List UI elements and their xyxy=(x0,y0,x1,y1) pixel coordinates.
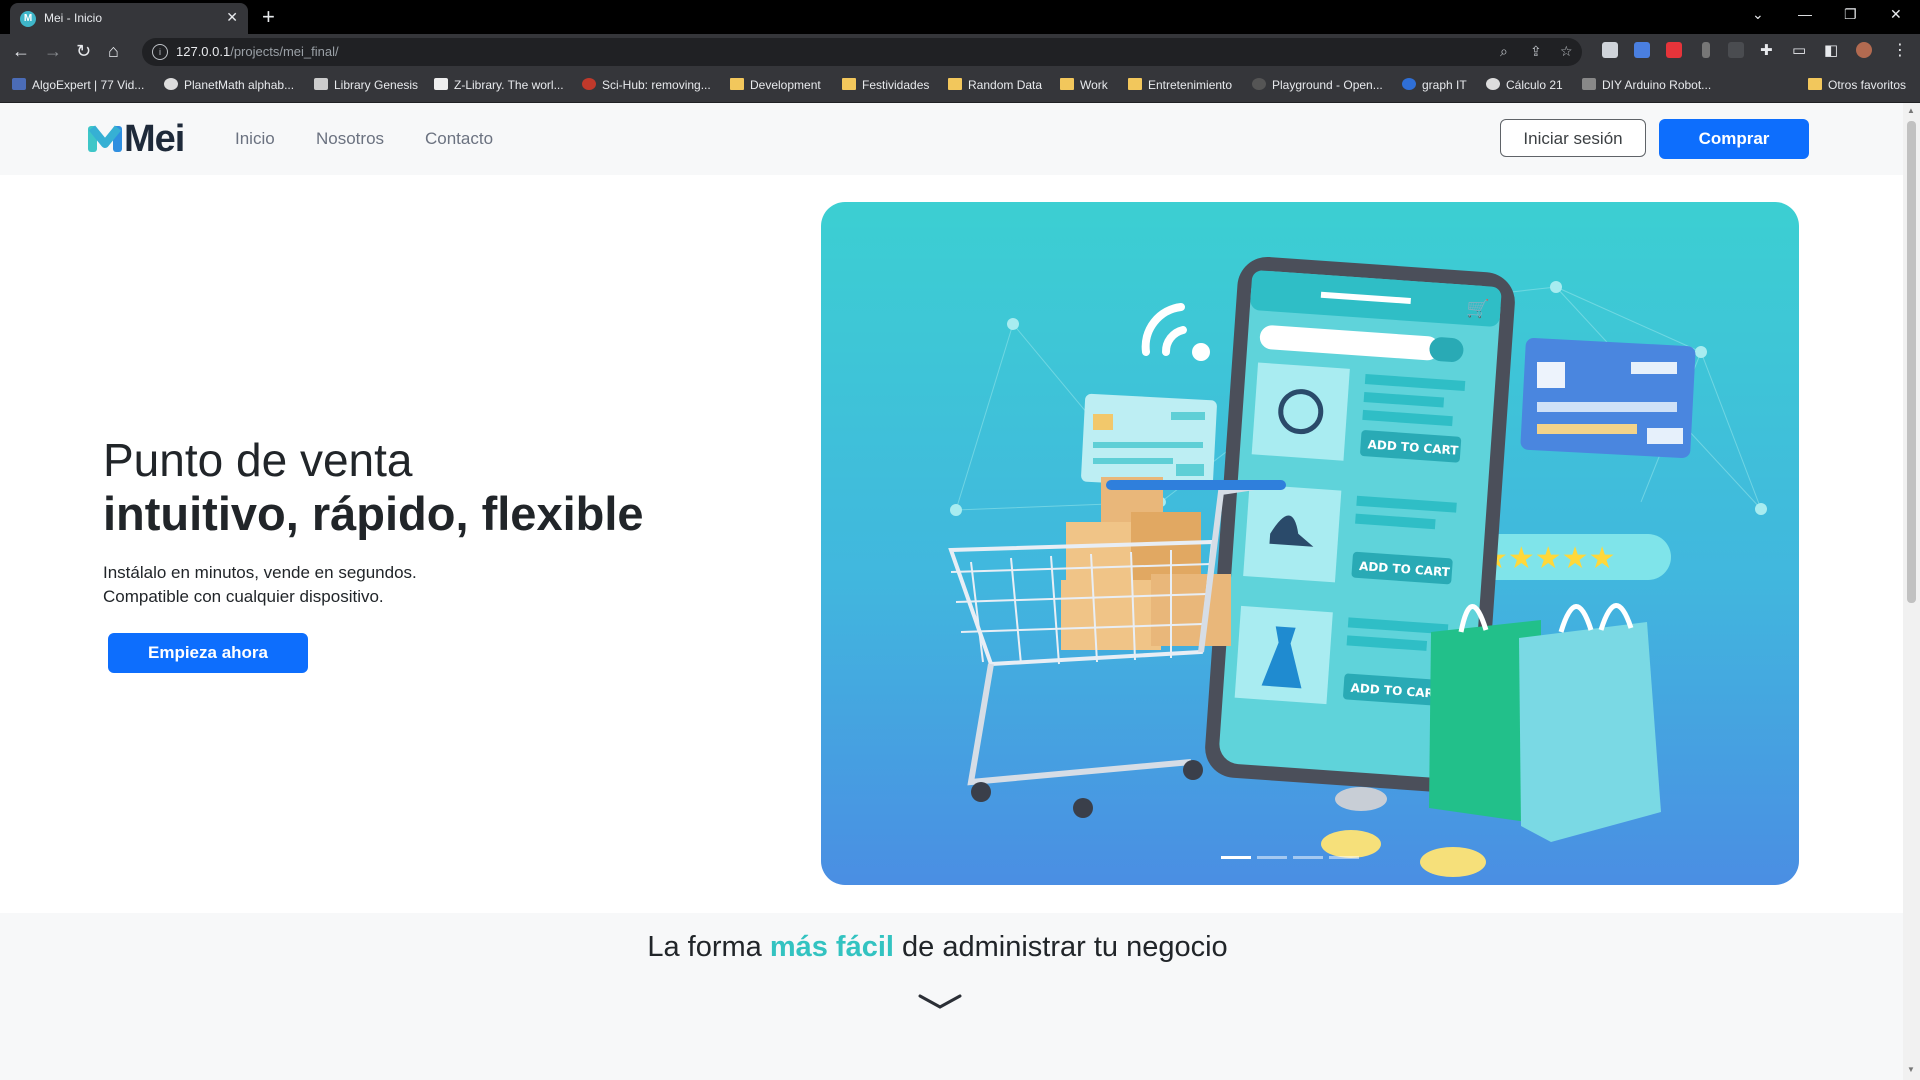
bookmark-folder[interactable]: Entretenimiento xyxy=(1128,78,1232,92)
zoom-icon[interactable]: ⌕ xyxy=(1500,43,1508,60)
tagline-highlight: más fácil xyxy=(769,931,894,963)
planetmath-icon xyxy=(164,78,178,90)
bookmark-item[interactable]: DIY Arduino Robot... xyxy=(1582,78,1711,92)
browser-tab[interactable]: M Mei - Inicio ✕ xyxy=(10,3,248,34)
bookmark-folder[interactable]: Festividades xyxy=(842,78,929,92)
home-icon[interactable]: ⌂ xyxy=(108,42,119,60)
hero-title: Punto de venta xyxy=(103,434,413,486)
bookmark-item[interactable]: AlgoExpert | 77 Vid... xyxy=(12,78,144,92)
hero-title-emphasis: intuitivo, rápido, flexible xyxy=(103,487,644,540)
bookmark-item[interactable]: PlanetMath alphab... xyxy=(164,78,294,92)
zlibrary-icon xyxy=(434,78,448,90)
extension-shield-icon[interactable] xyxy=(1602,42,1618,58)
forward-icon[interactable]: → xyxy=(44,42,62,60)
extension-gray-icon[interactable] xyxy=(1702,42,1710,58)
share-icon[interactable]: ⇪ xyxy=(1530,43,1542,60)
bookmark-item[interactable]: Sci-Hub: removing... xyxy=(582,78,711,92)
algoexpert-icon xyxy=(12,78,26,90)
nav-link-nosotros[interactable]: Nosotros xyxy=(316,129,384,149)
svg-text:★★★★★: ★★★★★ xyxy=(1481,541,1615,576)
libgen-icon xyxy=(314,78,328,90)
other-bookmarks[interactable]: Otros favoritos xyxy=(1808,78,1906,92)
close-window-icon[interactable]: ✕ xyxy=(1890,6,1902,23)
bookmark-item[interactable]: Cálculo 21 xyxy=(1486,78,1563,92)
scihub-icon xyxy=(582,78,596,90)
arduino-icon xyxy=(1582,78,1596,90)
scroll-up-icon[interactable]: ▲ xyxy=(1907,106,1915,115)
bookmark-folder[interactable]: Development xyxy=(730,78,821,92)
hero-subtitle-line: Instálalo en minutos, vende en segundos. xyxy=(103,563,417,582)
folder-icon xyxy=(948,78,962,90)
brand-name: Mei xyxy=(124,118,185,160)
openai-icon xyxy=(1252,78,1266,90)
extensions-puzzle-icon[interactable]: ✚ xyxy=(1760,42,1773,60)
address-url: 127.0.0.1/projects/mei_final/ xyxy=(176,44,339,59)
start-now-button[interactable]: Empieza ahora xyxy=(108,633,308,673)
folder-icon xyxy=(842,78,856,90)
browser-toolbar: ← → ↻ ⌂ i 127.0.0.1/projects/mei_final/ … xyxy=(0,34,1920,70)
logo-mark-icon xyxy=(88,125,122,152)
tagline-text: de administrar tu negocio xyxy=(893,931,1228,963)
folder-icon xyxy=(1060,78,1074,90)
folder-icon xyxy=(1128,78,1142,90)
credit-card-right-icon xyxy=(1520,338,1696,458)
bookmark-item[interactable]: Library Genesis xyxy=(314,78,418,92)
bookmark-item[interactable]: Z-Library. The worl... xyxy=(434,78,564,92)
extension-red-icon[interactable] xyxy=(1666,42,1682,58)
site-info-icon[interactable]: i xyxy=(152,44,168,60)
buy-button[interactable]: Comprar xyxy=(1659,119,1809,159)
cast-icon[interactable]: ▭ xyxy=(1792,42,1806,60)
svg-text:🛒: 🛒 xyxy=(1466,297,1490,321)
back-icon[interactable]: ← xyxy=(12,42,30,60)
bookmark-item[interactable]: Playground - Open... xyxy=(1252,78,1383,92)
section-tagline: La forma más fácil de administrar tu neg… xyxy=(0,931,1875,964)
tab-search-icon[interactable]: ⌄ xyxy=(1752,6,1764,23)
scroll-down-icon[interactable]: ▼ xyxy=(1907,1065,1915,1074)
scrollbar-thumb[interactable] xyxy=(1907,121,1916,603)
side-panel-icon[interactable]: ◧ xyxy=(1824,42,1838,60)
minimize-icon[interactable]: — xyxy=(1798,6,1812,22)
restore-icon[interactable]: ❐ xyxy=(1844,6,1857,23)
bookmark-folder[interactable]: Random Data xyxy=(948,78,1042,92)
address-bar[interactable]: i 127.0.0.1/projects/mei_final/ ⌕ ⇪ ☆ xyxy=(142,38,1582,66)
bookmark-star-icon[interactable]: ☆ xyxy=(1560,43,1573,60)
extension-code-icon[interactable] xyxy=(1728,42,1744,58)
login-button[interactable]: Iniciar sesión xyxy=(1500,119,1646,157)
bookmark-folder[interactable]: Work xyxy=(1060,78,1108,92)
calculo-icon xyxy=(1486,78,1500,90)
new-tab-icon[interactable]: + xyxy=(262,4,275,30)
folder-icon xyxy=(1808,78,1822,90)
tab-close-icon[interactable]: ✕ xyxy=(226,9,238,26)
chevron-down-icon[interactable] xyxy=(918,993,962,1011)
tab-title: Mei - Inicio xyxy=(44,11,103,25)
tagline-text: La forma xyxy=(647,931,770,963)
bookmark-item[interactable]: graph IT xyxy=(1402,78,1467,92)
nav-link-inicio[interactable]: Inicio xyxy=(235,129,275,149)
page-content: Mei Inicio Nosotros Contacto Iniciar ses… xyxy=(0,103,1903,1080)
extension-translate-icon[interactable] xyxy=(1634,42,1650,58)
hero-subtitle: Instálalo en minutos, vende en segundos.… xyxy=(103,561,417,609)
credit-card-left-icon xyxy=(1081,393,1217,489)
bookmarks-bar: AlgoExpert | 77 Vid... PlanetMath alphab… xyxy=(0,70,1920,103)
shopping-bags-illustration xyxy=(1429,603,1661,842)
profile-avatar[interactable] xyxy=(1856,42,1872,58)
site-navbar: Mei Inicio Nosotros Contacto Iniciar ses… xyxy=(0,103,1903,175)
graphit-icon xyxy=(1402,78,1416,90)
ecommerce-illustration: ★★★★★ 🛒 ADD TO CART ADD TO CART ADD TO C… xyxy=(821,202,1799,885)
rating-badge: ★★★★★ xyxy=(1471,534,1671,580)
nav-link-contacto[interactable]: Contacto xyxy=(425,129,493,149)
hero-illustration: ★★★★★ 🛒 ADD TO CART ADD TO CART ADD TO C… xyxy=(821,202,1799,885)
reload-icon[interactable]: ↻ xyxy=(76,42,91,60)
tab-favicon-icon: M xyxy=(20,11,36,27)
page-scrollbar[interactable]: ▲ ▼ xyxy=(1903,103,1920,1080)
folder-icon xyxy=(730,78,744,90)
hero-subtitle-line: Compatible con cualquier dispositivo. xyxy=(103,587,384,606)
menu-kebab-icon[interactable]: ⋮ xyxy=(1892,42,1908,60)
browser-tabstrip: M Mei - Inicio ✕ + ⌄ — ❐ ✕ xyxy=(0,0,1920,34)
